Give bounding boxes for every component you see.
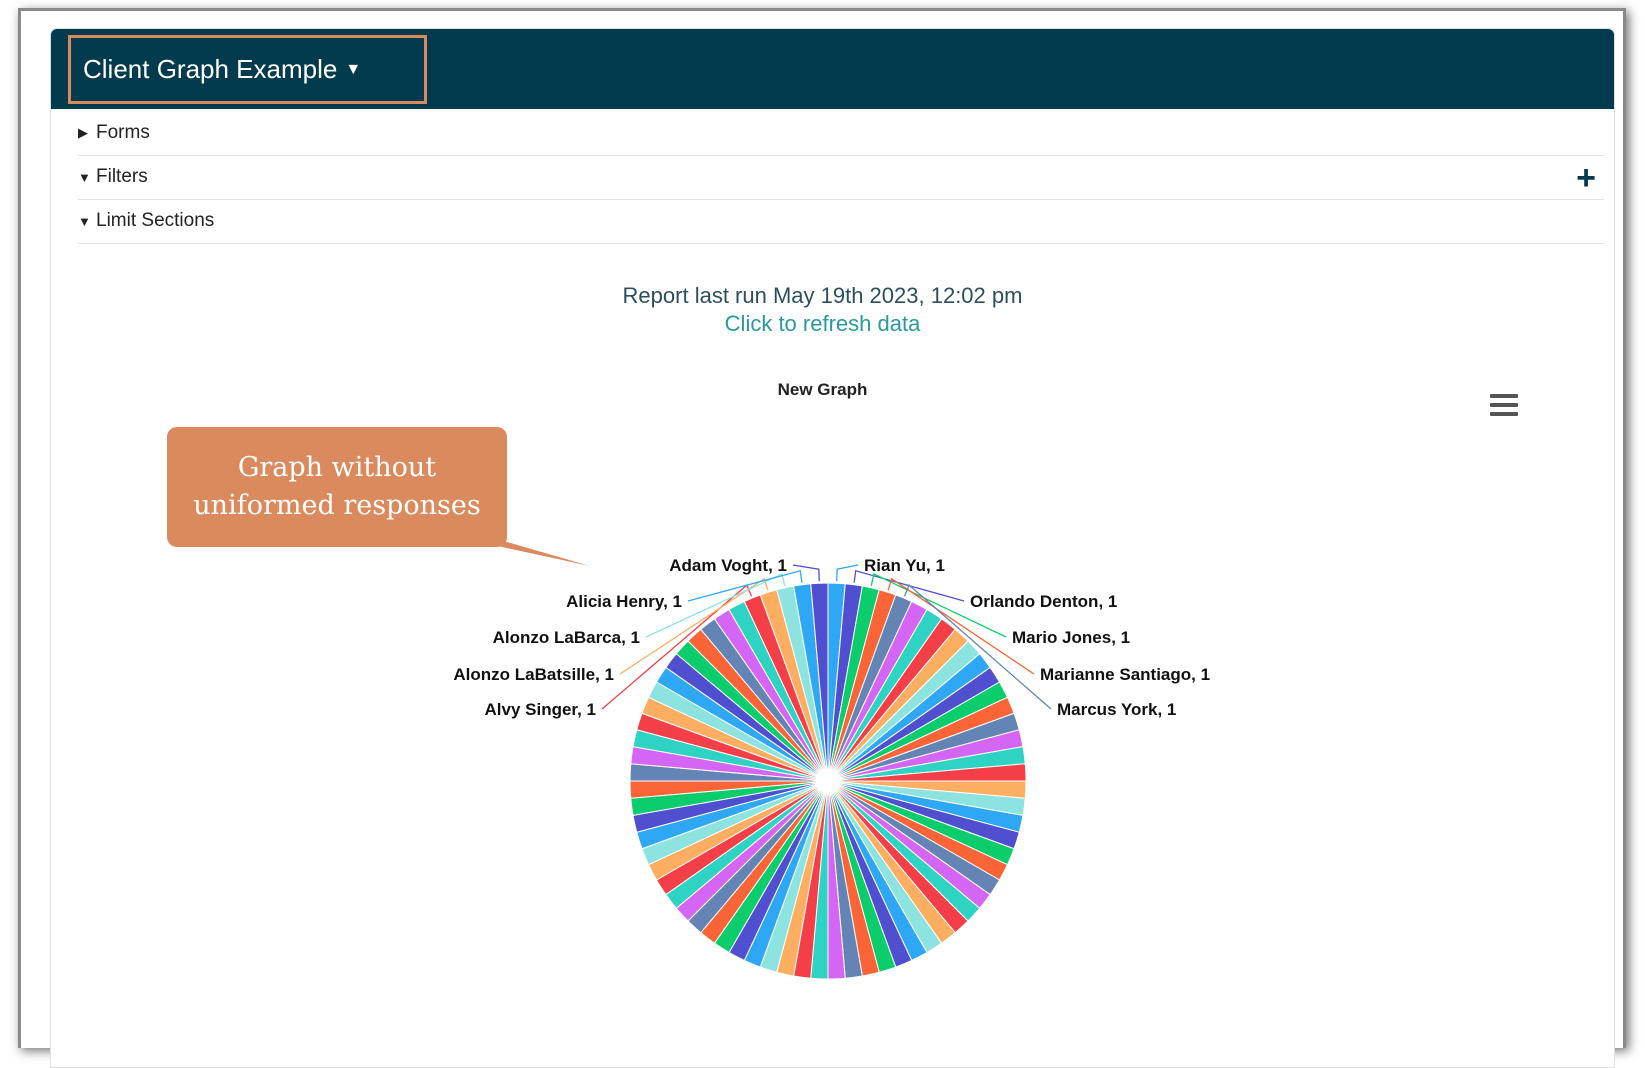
callout-line-2: uniformed responses [193,490,481,521]
callout-line-1: Graph without [237,452,437,483]
callout-bubble: Graph without uniformed responses [167,427,507,547]
